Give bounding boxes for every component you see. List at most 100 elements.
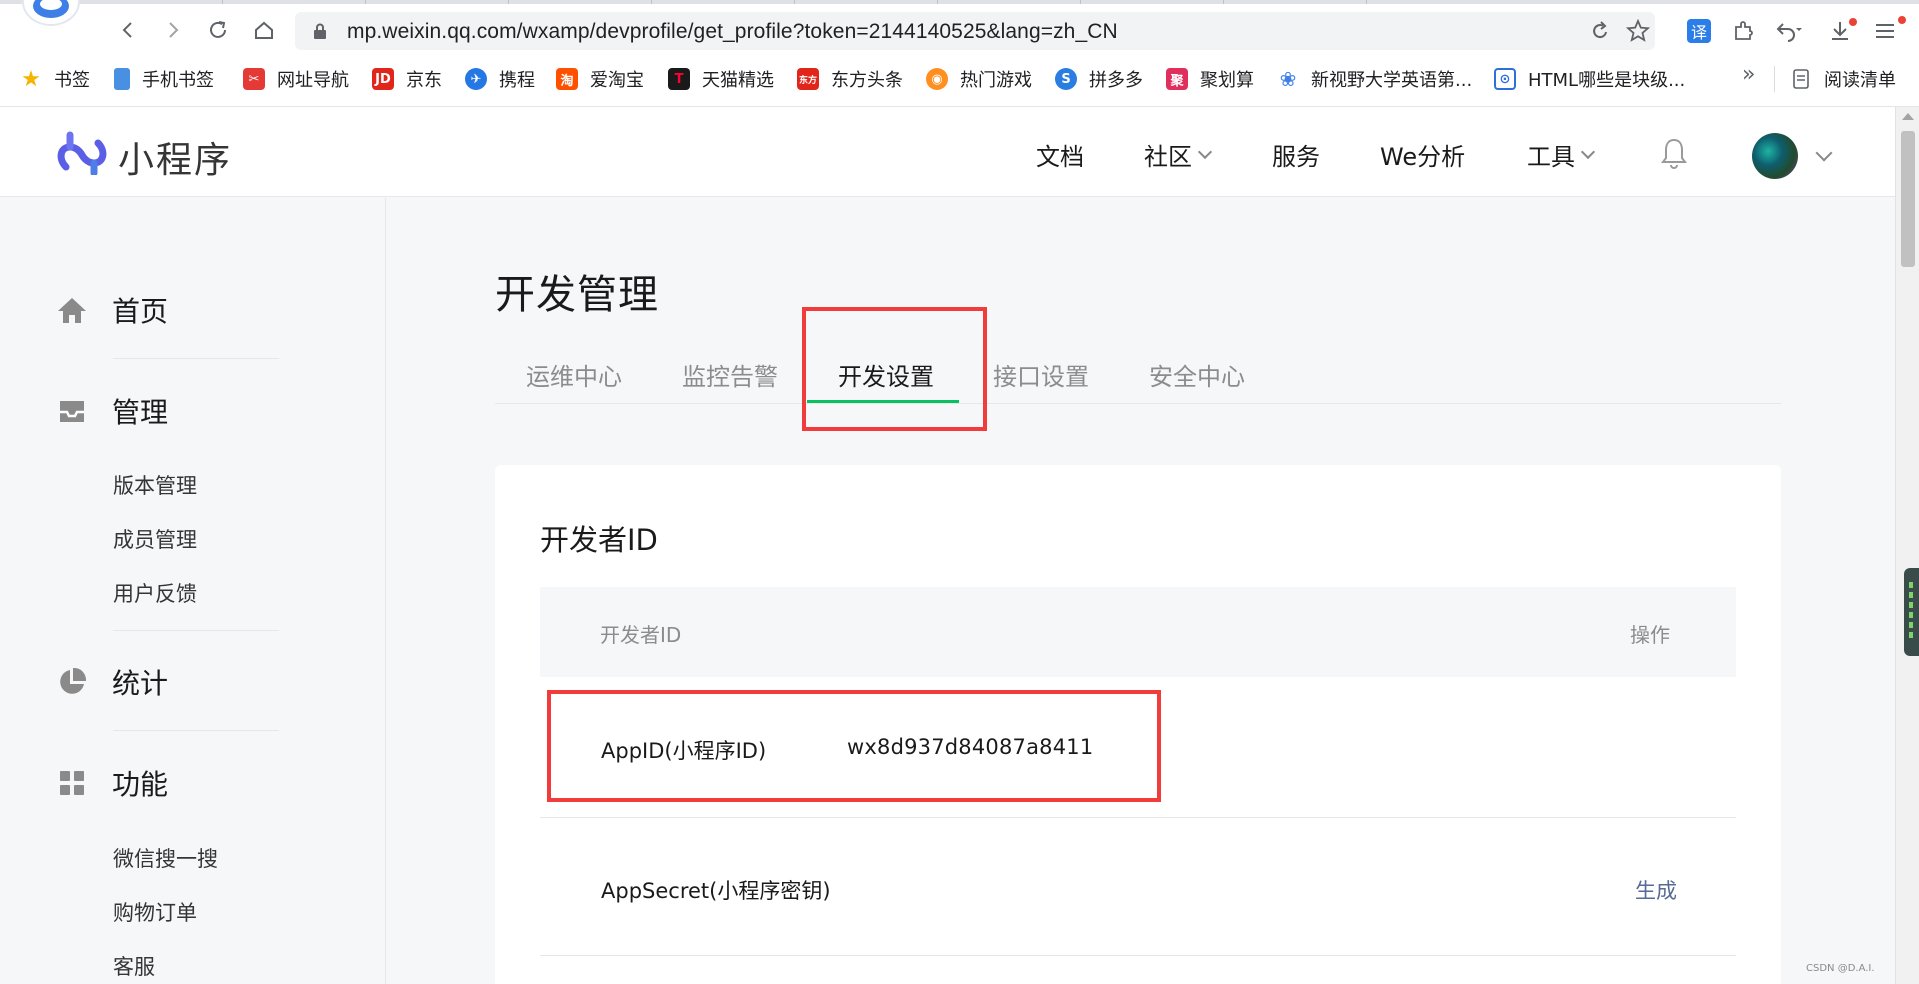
sidebar-item-member-management[interactable]: 成员管理	[113, 524, 197, 554]
bookmark-star-icon[interactable]	[1625, 18, 1651, 44]
side-widget[interactable]	[1904, 568, 1919, 656]
bookmark-label: 聚划算	[1200, 70, 1254, 91]
bookmark-item[interactable]: ◉ 热门游戏	[926, 66, 1032, 92]
star-icon: ★	[21, 66, 41, 92]
bookmarks-bar: ★ 书签 手机书签 ✂ 网址导航 JD 京东 ✈ 携程 淘 爱淘宝 T 天猫精选…	[0, 58, 1919, 100]
generate-secret-link[interactable]: 生成	[1635, 875, 1677, 905]
sidebar: 首页 管理 版本管理 成员管理 用户反馈 统计 功能 微信搜一搜 购物订单 客服	[0, 198, 386, 984]
bookmark-item[interactable]: ✈ 携程	[465, 66, 535, 92]
site-header: 小程序 文档 社区 服务 We分析 工具	[0, 107, 1895, 197]
extensions-icon[interactable]	[1729, 16, 1759, 46]
bookmark-divider	[1774, 66, 1775, 92]
sidebar-item-version-management[interactable]: 版本管理	[113, 470, 197, 500]
row-divider	[540, 955, 1736, 956]
sidebar-divider	[113, 630, 279, 631]
nav-community[interactable]: 社区	[1144, 137, 1213, 172]
scroll-up-icon[interactable]	[1902, 113, 1914, 120]
nav-label: We分析	[1380, 143, 1466, 171]
lock-icon	[314, 23, 326, 39]
nav-we-analytics[interactable]: We分析	[1380, 137, 1465, 172]
reading-list-label: 阅读清单	[1824, 70, 1896, 91]
tab-security-center[interactable]: 安全中心	[1149, 357, 1245, 392]
bookmark-item[interactable]: 手机书签	[114, 66, 214, 92]
sidebar-item-features[interactable]: 功能	[56, 763, 168, 803]
tab-monitoring-alerts[interactable]: 监控告警	[682, 357, 778, 392]
bookmark-item[interactable]: 淘 爱淘宝	[556, 66, 644, 92]
bookmark-item[interactable]: ★ 书签	[20, 66, 90, 92]
bookmark-item[interactable]: ⊙ HTML哪些是块级...	[1494, 66, 1685, 92]
nav-services[interactable]: 服务	[1272, 137, 1320, 172]
url-text[interactable]: mp.weixin.qq.com/wxamp/devprofile/get_pr…	[347, 20, 1118, 44]
more-bookmarks-icon[interactable]: »	[1742, 62, 1755, 87]
nav-label: 文档	[1036, 143, 1084, 171]
sidebar-item-customer-service[interactable]: 客服	[113, 951, 155, 981]
bookmark-item[interactable]: T 天猫精选	[668, 66, 774, 92]
sidebar-item-wechat-search[interactable]: 微信搜一搜	[113, 843, 218, 873]
bookmark-label: 书签	[54, 70, 90, 91]
page-title: 开发管理	[495, 272, 659, 318]
sidebar-item-user-feedback[interactable]: 用户反馈	[113, 578, 197, 608]
bookmark-label: 天猫精选	[702, 70, 774, 91]
nav-docs[interactable]: 文档	[1036, 137, 1084, 172]
nav-tools[interactable]: 工具	[1527, 137, 1596, 172]
reload-icon[interactable]	[200, 12, 236, 48]
pdd-icon: S	[1055, 68, 1077, 90]
chevron-down-icon	[1580, 144, 1596, 159]
sidebar-item-label: 管理	[112, 396, 169, 429]
sidebar-item-home[interactable]: 首页	[56, 290, 168, 330]
refresh-page-icon[interactable]	[1587, 18, 1613, 44]
appsecret-label: AppSecret(小程序密钥)	[601, 879, 831, 903]
bell-icon[interactable]	[1659, 137, 1689, 169]
reading-list-button[interactable]: 阅读清单	[1792, 66, 1896, 92]
forward-icon[interactable]	[155, 12, 191, 48]
nav-label: 社区	[1144, 143, 1192, 171]
site-name[interactable]: 小程序	[118, 131, 232, 183]
address-bar[interactable]: mp.weixin.qq.com/wxamp/devprofile/get_pr…	[295, 12, 1655, 50]
chevron-down-icon[interactable]	[1815, 144, 1833, 162]
home-icon[interactable]	[246, 12, 282, 48]
inbox-icon	[60, 401, 84, 422]
table-header: 开发者ID 操作	[540, 587, 1736, 677]
scroll-thumb[interactable]	[1901, 131, 1915, 267]
translate-icon[interactable]: 译	[1687, 19, 1711, 43]
sidebar-item-manage[interactable]: 管理	[56, 391, 168, 431]
browser-nav-row: mp.weixin.qq.com/wxamp/devprofile/get_pr…	[0, 4, 1919, 54]
row-divider	[540, 817, 1736, 818]
tab-ops-center[interactable]: 运维中心	[526, 357, 622, 392]
jd-icon: JD	[372, 68, 394, 90]
bookmark-item[interactable]: S 拼多多	[1055, 66, 1143, 92]
download-badge	[1849, 18, 1857, 26]
sidebar-item-label: 功能	[112, 768, 169, 801]
sidebar-item-label: 统计	[112, 667, 169, 700]
tab-interface-settings[interactable]: 接口设置	[993, 357, 1089, 392]
bookmark-item[interactable]: ❀ 新视野大学英语第...	[1277, 66, 1473, 92]
sidebar-item-shopping-orders[interactable]: 购物订单	[113, 897, 197, 927]
column-header-action: 操作	[1630, 623, 1670, 647]
bookmark-label: HTML哪些是块级...	[1528, 70, 1686, 91]
bookmark-label: 拼多多	[1089, 70, 1143, 91]
nav-icon: ✂	[243, 68, 265, 90]
chevron-down-icon	[1197, 144, 1213, 159]
bookmark-label: 携程	[499, 70, 535, 91]
miniprogram-logo-icon[interactable]	[56, 129, 108, 175]
avatar[interactable]	[1752, 133, 1798, 179]
bookmark-label: 热门游戏	[960, 70, 1032, 91]
back-icon[interactable]	[110, 12, 146, 48]
nav-label: 服务	[1272, 143, 1320, 171]
bookmark-item[interactable]: ✂ 网址导航	[243, 66, 349, 92]
bookmark-item[interactable]: 东方 东方头条	[797, 66, 903, 92]
tab-bar: 运维中心 监控告警 开发设置 接口设置 安全中心	[495, 340, 1781, 404]
sidebar-item-stats[interactable]: 统计	[56, 662, 168, 702]
bookmark-item[interactable]: JD 京东	[372, 66, 442, 92]
phone-icon	[114, 68, 130, 90]
juhuasuan-icon: 聚	[1166, 68, 1188, 90]
bookmark-label: 新视野大学英语第...	[1311, 70, 1473, 91]
sidebar-divider	[113, 358, 279, 359]
menu-icon[interactable]	[1870, 16, 1900, 46]
highlight-box	[802, 307, 987, 431]
bookmark-item[interactable]: 聚 聚划算	[1166, 66, 1254, 92]
watermark: CSDN @D.A.I.	[1806, 963, 1875, 974]
undo-icon[interactable]	[1774, 16, 1804, 46]
game-icon: ◉	[926, 68, 948, 90]
page-scrollbar[interactable]	[1895, 107, 1919, 984]
